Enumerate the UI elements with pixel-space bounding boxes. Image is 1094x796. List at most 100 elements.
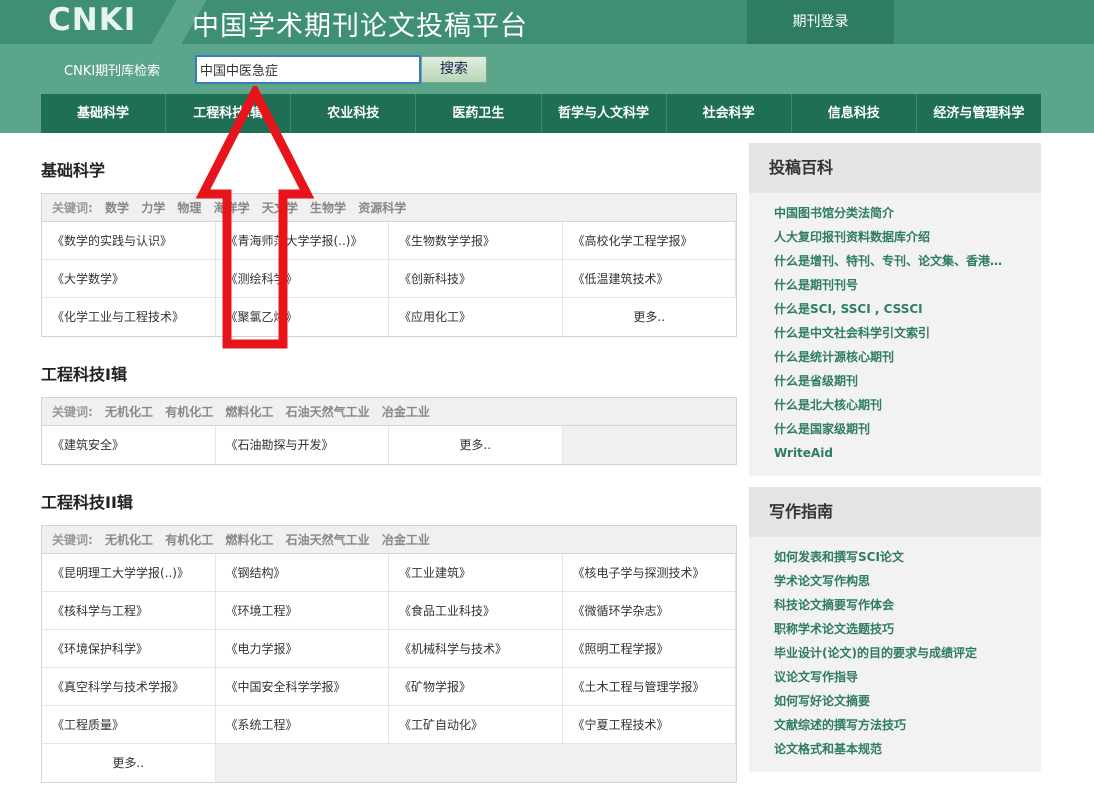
journal-link[interactable]: 《真空科学与技术学报》 (42, 668, 216, 706)
journal-link[interactable]: 《钢结构》 (215, 554, 389, 592)
sidebar-list: 如何发表和撰写SCI论文 学术论文写作构思 科技论文摘要写作体会 职称学术论文选… (749, 537, 1041, 771)
sidebar-link[interactable]: 什么是统计源核心期刊 (774, 345, 1041, 369)
sidebar-link[interactable]: 什么是国家级期刊 (774, 417, 1041, 441)
keyword-link[interactable]: 冶金工业 (382, 533, 430, 547)
site-title: 中国学术期刊论文投稿平台 (192, 11, 528, 42)
keyword-link[interactable]: 燃料化工 (225, 533, 273, 547)
journal-link[interactable]: 《石油勘探与开发》 (216, 426, 389, 464)
more-link[interactable]: 更多.. (389, 426, 563, 464)
journal-link[interactable]: 《矿物学报》 (389, 668, 563, 706)
journal-grid: 《建筑安全》 《石油勘探与开发》 更多.. (42, 426, 736, 464)
sidebar-link[interactable]: 什么是中文社会科学引文索引 (774, 321, 1041, 345)
sidebar-link[interactable]: 科技论文摘要写作体会 (774, 593, 1041, 617)
sidebar-link[interactable]: 论文格式和基本规范 (774, 737, 1041, 761)
section-engineering-1: 关键词: 无机化工 有机化工 燃料化工 石油天然气工业 冶金工业 《建筑安全》 … (41, 397, 737, 465)
keyword-label: 关键词: (52, 533, 93, 547)
sidebar-link[interactable]: 学术论文写作构思 (774, 569, 1041, 593)
nav-item-medicine[interactable]: 医药卫生 (416, 94, 542, 133)
keyword-row: 关键词: 数学 力学 物理 海洋学 天文学 生物学 资源科学 (42, 194, 736, 222)
journal-link[interactable]: 《工业建筑》 (389, 554, 563, 592)
sidebar-link[interactable]: 什么是省级期刊 (774, 369, 1041, 393)
journal-link[interactable]: 《电力学报》 (215, 630, 389, 668)
sidebar-link[interactable]: 如何写好论文摘要 (774, 689, 1041, 713)
keyword-link[interactable]: 燃料化工 (225, 405, 273, 419)
more-link[interactable]: 更多.. (42, 744, 216, 782)
red-arrow-annotation (195, 86, 315, 349)
keyword-link[interactable]: 冶金工业 (382, 405, 430, 419)
keyword-link[interactable]: 力学 (141, 201, 165, 215)
empty-cell (562, 426, 736, 464)
search-button[interactable]: 搜索 (421, 56, 487, 83)
keyword-link[interactable]: 有机化工 (165, 533, 213, 547)
section-engineering-2: 关键词: 无机化工 有机化工 燃料化工 石油天然气工业 冶金工业 《昆明理工大学… (41, 525, 737, 783)
sidebar-link[interactable]: 毕业设计(论文)的目的要求与成绩评定 (774, 641, 1041, 665)
nav-item-social-science[interactable]: 社会科学 (667, 94, 792, 133)
search-label: CNKI期刊库检索 (64, 64, 161, 79)
journal-link[interactable]: 《工程质量》 (42, 706, 216, 744)
journal-link[interactable]: 《昆明理工大学学报(..)》 (42, 554, 216, 592)
sidebar-link[interactable]: 什么是SCI, SSCI , CSSCI (774, 297, 1041, 321)
keyword-link[interactable]: 石油天然气工业 (286, 533, 370, 547)
journal-link[interactable]: 《建筑安全》 (42, 426, 216, 464)
journal-link[interactable]: 《数学的实践与认识》 (42, 222, 216, 260)
sidebar-title: 投稿百科 (749, 143, 1041, 193)
section-title-engineering-1: 工程科技I辑 (41, 365, 127, 384)
sidebar-link[interactable]: 议论文写作指导 (774, 665, 1041, 689)
journal-link[interactable]: 《环境工程》 (215, 592, 389, 630)
journal-link[interactable]: 《宁夏工程技术》 (562, 706, 736, 744)
nav-item-basic-science[interactable]: 基础科学 (41, 94, 167, 133)
journal-grid: 《数学的实践与认识》 《青海师范大学学报(..)》 《生物数学学报》 《高校化学… (42, 222, 736, 336)
journal-link[interactable]: 《高校化学工程学报》 (562, 222, 736, 260)
journal-link[interactable]: 《化学工业与工程技术》 (42, 298, 216, 336)
sidebar-link[interactable]: WriteAid (774, 441, 1041, 465)
keyword-label: 关键词: (52, 201, 93, 215)
journal-link[interactable]: 《系统工程》 (215, 706, 389, 744)
keyword-row: 关键词: 无机化工 有机化工 燃料化工 石油天然气工业 冶金工业 (42, 398, 736, 426)
journal-link[interactable]: 《工矿自动化》 (389, 706, 563, 744)
sidebar-link[interactable]: 人大复印报刊资料数据库介绍 (774, 225, 1041, 249)
nav-item-philosophy[interactable]: 哲学与人文科学 (542, 94, 667, 133)
sidebar-link[interactable]: 职称学术论文选题技巧 (774, 617, 1041, 641)
journal-link[interactable]: 《机械科学与技术》 (389, 630, 563, 668)
journal-link[interactable]: 《大学数学》 (42, 260, 216, 298)
journal-link[interactable]: 《核电子学与探测技术》 (562, 554, 736, 592)
keyword-link[interactable]: 石油天然气工业 (286, 405, 370, 419)
keyword-link[interactable]: 数学 (105, 201, 129, 215)
nav-item-info-tech[interactable]: 信息科技 (792, 94, 917, 133)
sidebar-link[interactable]: 文献综述的撰写方法技巧 (774, 713, 1041, 737)
keyword-link[interactable]: 生物学 (310, 201, 346, 215)
keyword-link[interactable]: 资源科学 (358, 201, 406, 215)
sidebar-link[interactable]: 什么是北大核心期刊 (774, 393, 1041, 417)
nav-item-economics[interactable]: 经济与管理科学 (917, 94, 1041, 133)
keyword-label: 关键词: (52, 405, 93, 419)
section-basic-science: 关键词: 数学 力学 物理 海洋学 天文学 生物学 资源科学 《数学的实践与认识… (41, 193, 737, 337)
sidebar-link[interactable]: 中国图书馆分类法简介 (774, 201, 1041, 225)
journal-link[interactable]: 《土木工程与管理学报》 (562, 668, 736, 706)
empty-cell (215, 744, 736, 782)
journal-link[interactable]: 《微循环学杂志》 (562, 592, 736, 630)
journal-link[interactable]: 《低温建筑技术》 (562, 260, 736, 298)
sidebar-title: 写作指南 (749, 487, 1041, 537)
sidebar-link[interactable]: 如何发表和撰写SCI论文 (774, 545, 1041, 569)
header: CNKI 中国学术期刊论文投稿平台 期刊登录 CNKI期刊库检索 搜索 基础科学… (0, 0, 1094, 133)
more-link[interactable]: 更多.. (563, 298, 737, 336)
journal-link[interactable]: 《环境保护科学》 (42, 630, 216, 668)
journal-link[interactable]: 《应用化工》 (389, 298, 563, 336)
cnki-logo[interactable]: CNKI (48, 2, 136, 38)
search-input[interactable] (195, 55, 421, 84)
journal-link[interactable]: 《创新科技》 (389, 260, 563, 298)
category-nav: 基础科学 工程科技Ⅰ辑 农业科技 医药卫生 哲学与人文科学 社会科学 信息科技 … (41, 94, 1041, 133)
sidebar-link[interactable]: 什么是增刊、特刊、专刊、论文集、香港… (774, 249, 1041, 273)
keyword-link[interactable]: 有机化工 (165, 405, 213, 419)
journal-login-button[interactable]: 期刊登录 (747, 0, 894, 44)
journal-link[interactable]: 《照明工程学报》 (562, 630, 736, 668)
journal-link[interactable]: 《核科学与工程》 (42, 592, 216, 630)
journal-link[interactable]: 《中国安全科学学报》 (215, 668, 389, 706)
journal-link[interactable]: 《食品工业科技》 (389, 592, 563, 630)
journal-link[interactable]: 《生物数学学报》 (389, 222, 563, 260)
sidebar-link[interactable]: 什么是期刊刊号 (774, 273, 1041, 297)
keyword-link[interactable]: 无机化工 (105, 405, 153, 419)
journal-grid: 《昆明理工大学学报(..)》 《钢结构》 《工业建筑》 《核电子学与探测技术》 … (42, 554, 736, 782)
section-title-engineering-2: 工程科技II辑 (41, 493, 133, 512)
keyword-link[interactable]: 无机化工 (105, 533, 153, 547)
